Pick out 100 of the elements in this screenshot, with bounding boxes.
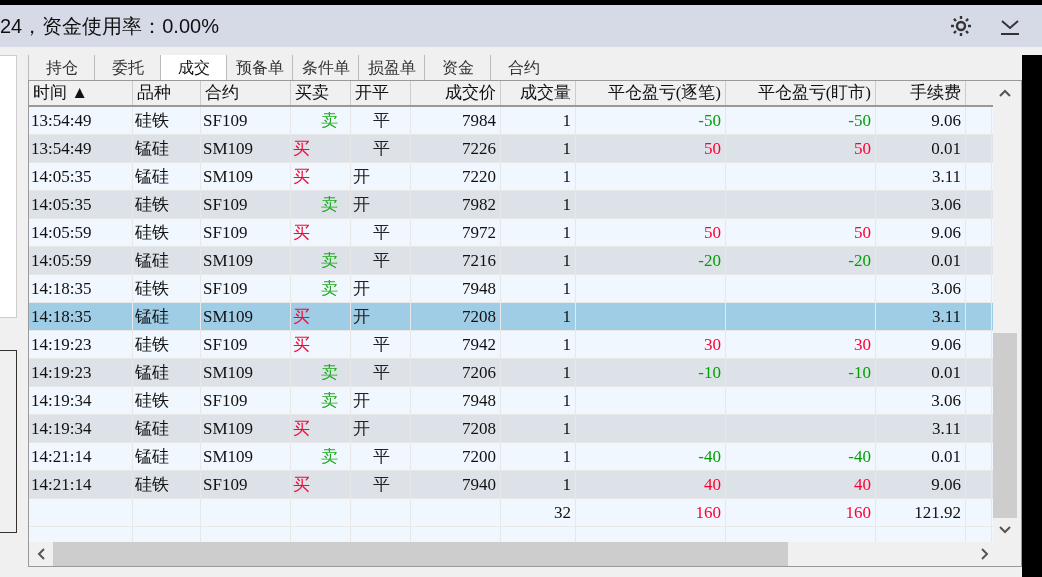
- trade-quantity: 1: [562, 109, 571, 132]
- contract-code: SM109: [203, 445, 254, 468]
- table-row[interactable]: 14:18:35 锰硅 SM109 买 开 7208 1 3.11: [29, 303, 993, 331]
- column-header[interactable]: 平仓盈亏(盯市): [757, 80, 871, 106]
- product-name: 锰硅: [135, 445, 169, 468]
- fee: 9.06: [931, 333, 961, 356]
- fee: 3.11: [931, 417, 961, 440]
- trade-side: 卖: [320, 109, 338, 132]
- contract-code: SF109: [203, 277, 248, 300]
- trade-time: 14:19:23: [31, 333, 92, 356]
- trade-quantity: 1: [562, 137, 571, 160]
- table-row[interactable]: 14:21:14 硅铁 SF109 买 平 7940 1 40 40 9.06: [29, 471, 993, 499]
- settings-icon[interactable]: [948, 13, 974, 39]
- total-quantity: 32: [554, 501, 571, 524]
- pnl-per-trade: 40: [704, 473, 721, 496]
- trade-side: 卖: [320, 361, 338, 384]
- contract-code: SM109: [203, 249, 254, 272]
- scroll-up-icon[interactable]: [999, 89, 1011, 97]
- column-header[interactable]: 合约: [205, 80, 239, 106]
- table-row[interactable]: 14:05:35 锰硅 SM109 买 开 7220 1 3.11: [29, 163, 993, 191]
- column-header[interactable]: 平仓盈亏(逐笔): [607, 80, 721, 106]
- trade-price: 7208: [462, 305, 496, 328]
- trade-price: 7972: [462, 221, 496, 244]
- product-name: 硅铁: [135, 473, 169, 496]
- scroll-right-icon[interactable]: [981, 548, 989, 560]
- fee: 3.11: [931, 305, 961, 328]
- contract-code: SF109: [203, 333, 248, 356]
- product-name: 硅铁: [135, 389, 169, 412]
- open-close: 开: [352, 277, 370, 300]
- fee: 0.01: [931, 445, 961, 468]
- trade-side: 卖: [320, 249, 338, 272]
- open-close: 平: [372, 445, 390, 468]
- fee: 3.06: [931, 389, 961, 412]
- trade-time: 14:18:35: [31, 305, 92, 328]
- trade-price: 7942: [462, 333, 496, 356]
- pnl-per-trade: -50: [698, 109, 721, 132]
- column-header[interactable]: 成交价: [445, 80, 496, 106]
- table-row[interactable]: 14:21:14 锰硅 SM109 卖 平 7200 1 -40 -40 0.01: [29, 443, 993, 471]
- column-header[interactable]: 开平: [355, 80, 389, 106]
- trade-price: 7220: [462, 165, 496, 188]
- scroll-thumb[interactable]: [993, 333, 1017, 518]
- column-header[interactable]: 买卖: [295, 80, 329, 106]
- trade-time: 14:21:14: [31, 473, 92, 496]
- open-close: 开: [352, 305, 370, 328]
- scroll-down-icon[interactable]: [999, 526, 1011, 534]
- contract-code: SM109: [203, 305, 254, 328]
- table-row[interactable]: 14:05:35 硅铁 SF109 卖 开 7982 1 3.06: [29, 191, 993, 219]
- product-name: 锰硅: [135, 165, 169, 188]
- fee: 0.01: [931, 249, 961, 272]
- trade-side: 买: [292, 417, 310, 440]
- table-row[interactable]: 14:19:34 锰硅 SM109 买 开 7208 1 3.11: [29, 415, 993, 443]
- trade-quantity: 1: [562, 389, 571, 412]
- fee: 9.06: [931, 473, 961, 496]
- column-header[interactable]: 成交量: [520, 80, 571, 106]
- open-close: 开: [352, 417, 370, 440]
- table-row[interactable]: 14:05:59 硅铁 SF109 买 平 7972 1 50 50 9.06: [29, 219, 993, 247]
- table-row[interactable]: 14:18:35 硅铁 SF109 卖 开 7948 1 3.06: [29, 275, 993, 303]
- product-name: 锰硅: [135, 249, 169, 272]
- trade-time: 14:19:34: [31, 417, 92, 440]
- pnl-mark-to-market: -20: [848, 249, 871, 272]
- column-header[interactable]: 品种: [137, 80, 171, 106]
- pnl-mark-to-market: -50: [848, 109, 871, 132]
- table-row[interactable]: 14:19:34 硅铁 SF109 卖 开 7948 1 3.06: [29, 387, 993, 415]
- pnl-per-trade: 50: [704, 137, 721, 160]
- tab[interactable]: 成交: [160, 55, 226, 80]
- trade-side: 买: [292, 305, 310, 328]
- trade-side: 买: [292, 473, 310, 496]
- open-close: 平: [372, 473, 390, 496]
- scroll-thumb[interactable]: [53, 542, 788, 566]
- trade-quantity: 1: [562, 193, 571, 216]
- scroll-left-icon[interactable]: [37, 548, 45, 560]
- product-name: 锰硅: [135, 417, 169, 440]
- table-row[interactable]: 14:05:59 锰硅 SM109 卖 平 7216 1 -20 -20 0.01: [29, 247, 993, 275]
- table-row[interactable]: 14:19:23 硅铁 SF109 买 平 7942 1 30 30 9.06: [29, 331, 993, 359]
- product-name: 硅铁: [135, 109, 169, 132]
- trade-side: 卖: [320, 389, 338, 412]
- open-close: 平: [372, 361, 390, 384]
- product-name: 锰硅: [135, 305, 169, 328]
- trade-price: 7948: [462, 277, 496, 300]
- fee: 9.06: [931, 109, 961, 132]
- fee: 3.06: [931, 277, 961, 300]
- table-row[interactable]: 13:54:49 锰硅 SM109 买 平 7226 1 50 50 0.01: [29, 135, 993, 163]
- contract-code: SF109: [203, 221, 248, 244]
- table-row[interactable]: 13:54:49 硅铁 SF109 卖 平 7984 1 -50 -50 9.06: [29, 107, 993, 135]
- trade-time: 13:54:49: [31, 109, 92, 132]
- trade-time: 14:21:14: [31, 445, 92, 468]
- column-header[interactable]: 手续费: [910, 80, 961, 106]
- trade-side: 买: [292, 333, 310, 356]
- total-fee: 121.92: [914, 501, 961, 524]
- total-pnl-per-trade: 160: [695, 501, 721, 524]
- trade-side: 卖: [320, 445, 338, 468]
- table-row[interactable]: 14:19:23 锰硅 SM109 卖 平 7206 1 -10 -10 0.01: [29, 359, 993, 387]
- pnl-mark-to-market: -10: [848, 361, 871, 384]
- column-header[interactable]: 时间 ▲: [33, 80, 89, 106]
- open-close: 平: [372, 137, 390, 160]
- trade-quantity: 1: [562, 417, 571, 440]
- fee: 0.01: [931, 137, 961, 160]
- fund-usage-text: 24，资金使用率：0.00%: [0, 14, 219, 39]
- trade-side: 卖: [320, 193, 338, 216]
- trade-price: 7940: [462, 473, 496, 496]
